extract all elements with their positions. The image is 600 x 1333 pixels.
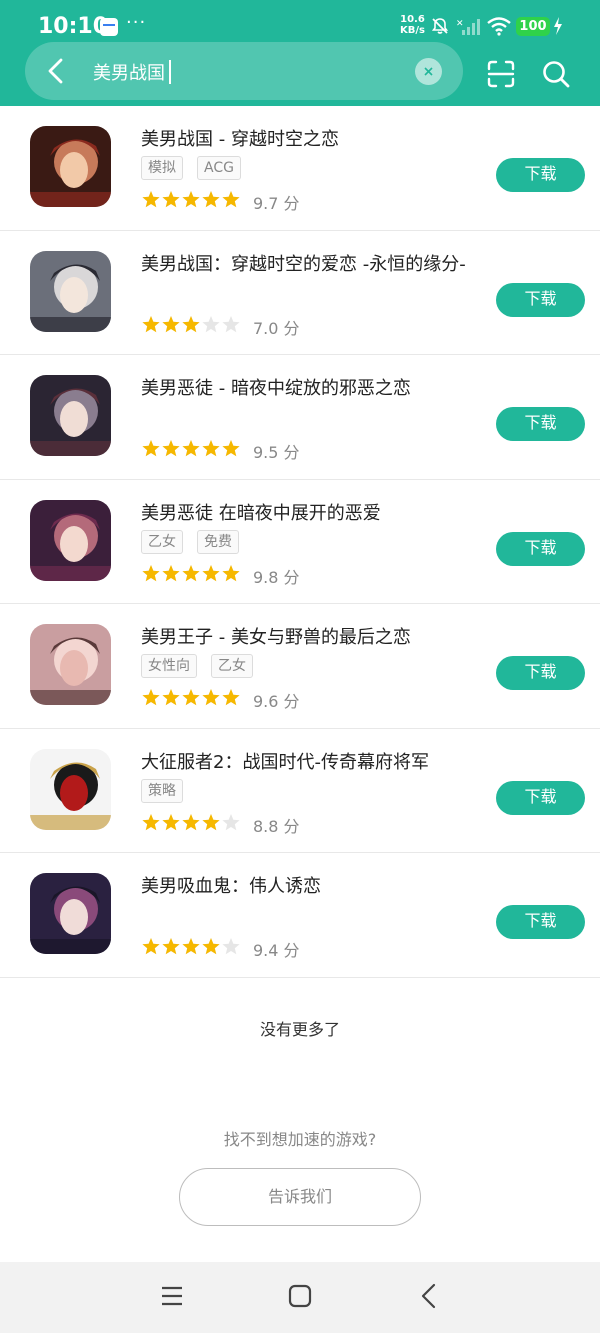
header-bar: 10:10 ··· 10.6 KB/s ✕ 100 (0, 0, 600, 106)
game-row[interactable]: 大征服者2：战国时代-传奇幕府将军 策略 8.8 分 下载 (0, 729, 600, 853)
game-tags: 女性向 乙女 (141, 654, 267, 678)
game-tag: 女性向 (141, 654, 197, 678)
download-button[interactable]: 下载 (496, 780, 585, 815)
villain-man-art (30, 499, 111, 581)
network-speed-unit: KB/s (400, 25, 425, 36)
game-icon[interactable] (30, 748, 111, 830)
game-score: 9.5 分 (253, 443, 300, 462)
network-speed-value: 10.6 (400, 14, 425, 25)
network-speed: 10.6 KB/s (400, 14, 425, 36)
game-tag: 免费 (197, 529, 239, 554)
rating-stars (142, 191, 240, 208)
notification-app-icon (100, 18, 118, 36)
download-button[interactable]: 下载 (496, 656, 585, 690)
rating-stars (142, 315, 240, 332)
download-button[interactable]: 下载 (496, 531, 585, 566)
game-row[interactable]: 美男战国 - 穿越时空之恋 模拟 ACG 9.7 分 下载 (0, 106, 600, 231)
game-row[interactable]: 美男战国：穿越时空的爱恋 -永恒的缘分- 7.0 分 下载 (0, 231, 600, 355)
game-tag: 乙女 (141, 529, 183, 554)
back-arrow-icon[interactable] (43, 56, 69, 86)
game-score: 9.4 分 (253, 941, 300, 960)
samurai-helmet-art (30, 748, 111, 830)
wifi-icon (487, 17, 511, 36)
game-score: 9.7 分 (253, 194, 300, 213)
game-score: 9.6 分 (253, 692, 300, 711)
rating-stars (142, 564, 240, 581)
game-tag: ACG (197, 156, 241, 180)
system-nav-bar (0, 1262, 600, 1333)
game-score: 8.8 分 (253, 816, 300, 836)
scan-icon[interactable] (486, 59, 516, 89)
results-list: 美男战国 - 穿越时空之恋 模拟 ACG 9.7 分下载 美男战国：穿越时空的爱恋 -永… (0, 106, 600, 1264)
game-icon[interactable] (30, 375, 111, 456)
silver-hair-man-art (30, 250, 111, 332)
signal-icon: ✕ (456, 19, 480, 35)
search-icon[interactable] (541, 59, 571, 89)
game-tag: 策略 (141, 778, 183, 803)
game-title[interactable]: 美男战国：穿越时空的爱恋 -永恒的缘分- (141, 250, 491, 276)
download-button[interactable]: 下载 (496, 905, 585, 939)
download-button[interactable]: 下载 (496, 282, 585, 317)
game-tags: 策略 (141, 778, 197, 803)
vampire-man-art (30, 873, 111, 954)
tell-us-button[interactable]: 告诉我们 (179, 1167, 421, 1226)
game-title[interactable]: 美男战国 - 穿越时空之恋 (141, 125, 491, 151)
clear-search-icon[interactable] (415, 58, 442, 85)
romance-couple-art (30, 126, 111, 207)
game-row[interactable]: 美男王子 - 美女与野兽的最后之恋 女性向 乙女 9.6 分下载 (0, 604, 600, 729)
cant-find-text: 找不到想加速的游戏? (223, 1129, 377, 1149)
status-time: 10:10 (38, 14, 109, 39)
game-tags: 模拟 ACG (141, 156, 255, 180)
download-button[interactable]: 下载 (496, 158, 585, 192)
no-more-text: 没有更多了 (259, 1019, 340, 1039)
game-icon[interactable] (30, 624, 111, 705)
battery-level: 100 (516, 17, 550, 36)
prince-couple-art (30, 624, 111, 705)
mute-bell-icon (431, 18, 449, 34)
more-notifications-icon: ··· (126, 12, 147, 33)
text-cursor (169, 60, 171, 84)
home-icon[interactable] (288, 1284, 312, 1308)
game-row[interactable]: 美男恶徒 在暗夜中展开的恶爱 乙女 免费 9.8 分下载 (0, 480, 600, 604)
game-icon[interactable] (30, 499, 111, 581)
charging-icon (554, 17, 562, 35)
game-title[interactable]: 美男吸血鬼：伟人诱恋 (141, 872, 491, 898)
list-footer: 没有更多了 找不到想加速的游戏? 告诉我们 (0, 977, 600, 1264)
game-title[interactable]: 美男恶徒 - 暗夜中绽放的邪恶之恋 (141, 374, 491, 400)
game-tags: 乙女 免费 (141, 529, 253, 554)
search-input[interactable] (93, 59, 393, 85)
game-icon[interactable] (30, 873, 111, 954)
game-row[interactable]: 美男吸血鬼：伟人诱恋 9.4 分 下载 (0, 853, 600, 978)
recent-apps-icon[interactable] (160, 1284, 184, 1308)
rating-stars (142, 938, 240, 955)
rating-stars (142, 440, 240, 457)
game-row[interactable]: 美男恶徒 - 暗夜中绽放的邪恶之恋 9.5 分 下载 (0, 355, 600, 480)
download-button[interactable]: 下载 (496, 407, 585, 441)
game-icon[interactable] (30, 126, 111, 207)
svg-text:✕: ✕ (456, 19, 464, 29)
game-title[interactable]: 大征服者2：战国时代-传奇幕府将军 (141, 748, 491, 774)
status-bar: 10:10 ··· 10.6 KB/s ✕ 100 (0, 0, 600, 44)
game-icon[interactable] (30, 250, 111, 332)
dark-hair-man-art (30, 375, 111, 456)
game-tag: 乙女 (211, 654, 253, 678)
rating-stars (142, 813, 240, 830)
game-tag: 模拟 (141, 156, 183, 180)
game-title[interactable]: 美男恶徒 在暗夜中展开的恶爱 (141, 499, 491, 525)
game-score: 7.0 分 (253, 318, 300, 338)
game-title[interactable]: 美男王子 - 美女与野兽的最后之恋 (141, 623, 491, 649)
rating-stars (142, 689, 240, 706)
nav-back-icon[interactable] (417, 1282, 441, 1310)
game-score: 9.8 分 (253, 567, 300, 587)
